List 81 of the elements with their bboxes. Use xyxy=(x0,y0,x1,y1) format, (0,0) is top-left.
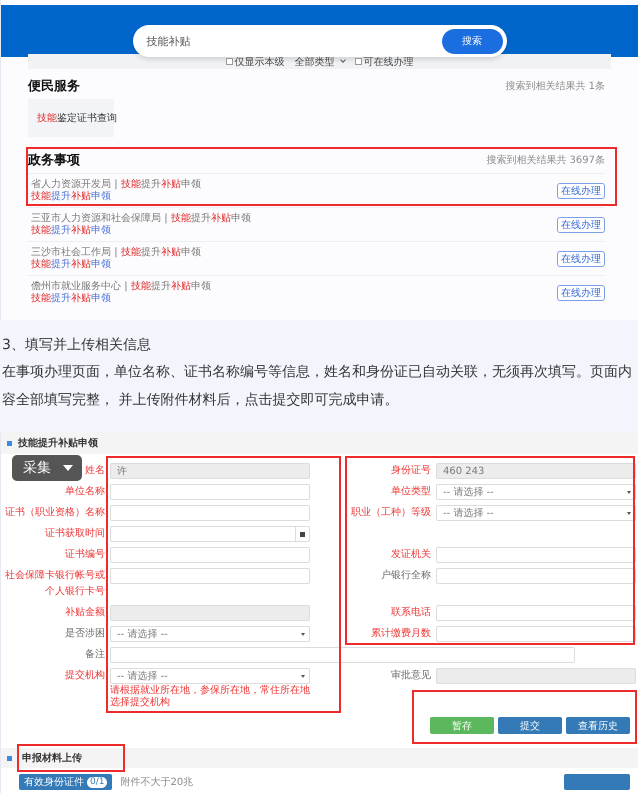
input-field[interactable] xyxy=(110,568,310,584)
square-icon xyxy=(7,440,12,446)
checkbox[interactable] xyxy=(226,58,232,65)
caret-icon xyxy=(627,490,631,494)
field-label: 备注 xyxy=(85,648,105,662)
field-label: 提交机构 xyxy=(65,668,105,683)
step-heading: 3、填写并上传相关信息 xyxy=(2,336,152,355)
input-field[interactable]: 许 xyxy=(110,463,310,479)
input-field[interactable] xyxy=(436,605,636,621)
field-label: 职业（工种）等级 xyxy=(351,506,431,520)
online-button[interactable]: 在线办理 xyxy=(557,216,605,232)
field-label: 审批意见 xyxy=(391,668,431,683)
select-field[interactable]: -- 请选择 -- xyxy=(110,668,310,684)
field-label: 单位类型 xyxy=(391,484,431,499)
select-field[interactable]: -- 请选择 -- xyxy=(110,626,310,642)
field-label: 身份证号 xyxy=(391,464,431,478)
field-label: 户银行全称 xyxy=(381,568,431,583)
file-button[interactable]: 有效身份证件 0/1 xyxy=(19,774,112,790)
action-button[interactable]: 提交 xyxy=(498,717,562,734)
select-field[interactable]: -- 请选择 -- xyxy=(436,505,636,521)
result-subtitle[interactable]: 技能提升补贴申领 xyxy=(31,190,201,202)
date-field[interactable] xyxy=(110,526,310,542)
input-field[interactable] xyxy=(110,505,310,521)
result-title[interactable]: 三亚市人力资源和社会保障局 | 技能提升补贴申领 xyxy=(31,212,251,224)
field-label: 姓名 xyxy=(85,464,105,478)
type-dropdown[interactable]: 全部类型 xyxy=(294,54,344,68)
result-count: 搜索到相关结果共 1条 xyxy=(505,80,605,93)
field-label: 证书编号 xyxy=(65,548,105,562)
input-field[interactable] xyxy=(110,547,310,563)
input-field[interactable] xyxy=(436,568,636,584)
step-text: 在事项办理页面，单位名称、证书名称编号等信息，姓名和身份证已自动关联，无须再次填写。页面内容全部填写完整， 并上传附件材料后，点击提交即可完成申请。 xyxy=(2,363,633,410)
online-button[interactable]: 在线办理 xyxy=(557,182,605,198)
field-label: 联系电话 xyxy=(391,606,431,620)
save-button[interactable]: 暂存 xyxy=(430,717,494,734)
input-field[interactable] xyxy=(110,605,310,621)
select-field[interactable]: -- 请选择 -- xyxy=(436,484,636,500)
field-label: 累计缴费月数 xyxy=(371,626,431,641)
result-title[interactable]: 儋州市就业服务中心 | 技能提升补贴申领 xyxy=(31,280,211,292)
input-field[interactable] xyxy=(110,484,310,500)
search-bar[interactable]: 技能补贴 搜索 xyxy=(132,25,506,57)
section-title: 政务事项 xyxy=(28,152,80,169)
input-field[interactable] xyxy=(436,668,636,684)
caret-icon xyxy=(627,512,631,514)
search-text: 技能补贴 xyxy=(146,34,190,48)
action-button[interactable] xyxy=(564,774,630,790)
result-title[interactable]: 省人力资源开发局 | 技能提升补贴申领 xyxy=(31,178,201,190)
online-button[interactable]: 在线办理 xyxy=(557,250,605,266)
input-field[interactable]: 460 243 xyxy=(436,463,636,479)
hint-text: 请根据就业所在地，参保所在地，常住所在地选择提交机构 xyxy=(110,685,310,709)
field-label: 证书（职业资格）名称 xyxy=(5,506,105,520)
action-button[interactable]: 查看历史 xyxy=(566,717,630,734)
checkbox[interactable] xyxy=(354,58,362,65)
search-button[interactable]: 搜索 xyxy=(442,28,502,54)
section-title: 申报材料上传 xyxy=(22,752,82,765)
caret-icon xyxy=(301,674,305,678)
caret-icon xyxy=(63,465,73,471)
field-label: 补贴金额 xyxy=(65,606,105,620)
input-field[interactable] xyxy=(436,626,636,642)
capture-button[interactable]: 采集 xyxy=(12,455,82,481)
result-subtitle[interactable]: 技能提升补贴申领 xyxy=(31,292,211,304)
size-note: 附件不大于20兆 xyxy=(120,776,194,789)
online-button[interactable]: 在线办理 xyxy=(557,284,605,300)
filter-label: 可在线办理 xyxy=(364,56,414,68)
caret-icon xyxy=(301,632,305,636)
field-label: 社会保障卡银行帐号或个人银行卡号 xyxy=(4,568,105,599)
input-field[interactable] xyxy=(110,647,575,663)
filter-label: 仅显示本级 xyxy=(234,56,284,68)
count-badge: 0/1 xyxy=(87,776,108,788)
section-title: 便民服务 xyxy=(28,78,80,95)
service-card[interactable]: 技能鉴定证书查询 xyxy=(28,99,114,137)
field-label: 发证机关 xyxy=(391,548,431,562)
square-icon xyxy=(7,756,12,760)
field-label: 单位名称 xyxy=(65,484,105,499)
input-field[interactable] xyxy=(436,547,636,563)
result-subtitle[interactable]: 技能提升补贴申领 xyxy=(31,258,201,270)
result-title[interactable]: 三沙市社会工作局 | 技能提升补贴申领 xyxy=(31,246,201,258)
result-subtitle[interactable]: 技能提升补贴申领 xyxy=(31,224,251,236)
result-count: 搜索到相关结果共 3697条 xyxy=(486,154,605,167)
field-label: 是否涉困 xyxy=(65,626,105,641)
field-label: 证书获取时间 xyxy=(45,526,105,541)
form-title: 技能提升补贴申领 xyxy=(18,436,98,450)
